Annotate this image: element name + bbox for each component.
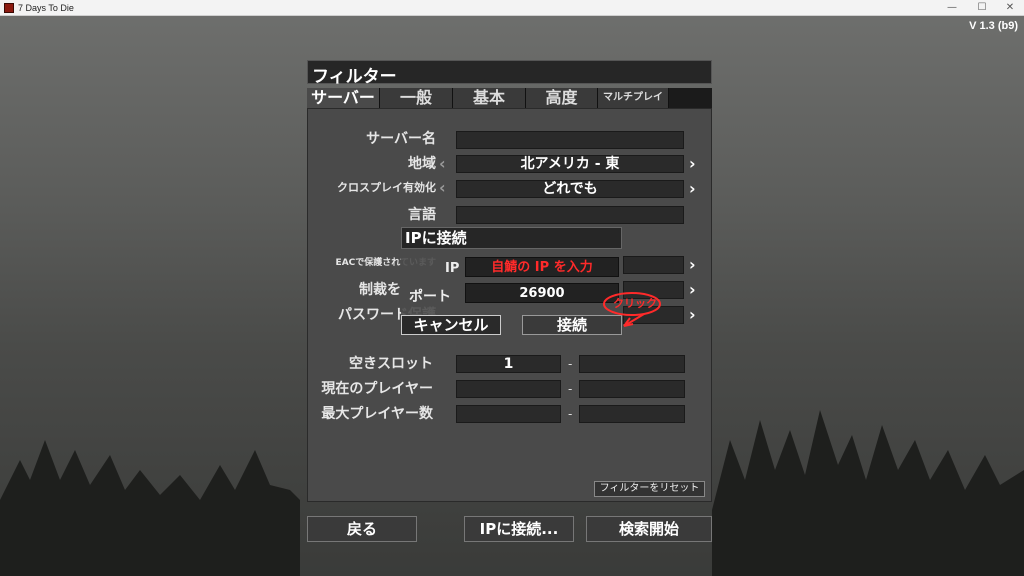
language-label: 言語 (408, 207, 436, 223)
minimize-button[interactable]: — (938, 0, 966, 16)
region-prev-icon[interactable]: ‹ (439, 155, 446, 173)
current-players-max-input[interactable] (579, 380, 685, 398)
crossplay-next-icon[interactable]: › (689, 180, 696, 198)
region-label: 地域 (408, 156, 436, 172)
ip-label: IP (445, 261, 460, 276)
sanctions-label: 制裁を (359, 282, 401, 298)
version-label: V 1.3 (b9) (969, 20, 1018, 32)
maximize-button[interactable]: ☐ (968, 0, 996, 16)
range-separator: - (568, 382, 573, 396)
app-icon (4, 3, 14, 13)
max-players-min-input[interactable] (456, 405, 561, 423)
tab-basic[interactable]: 基本 (453, 88, 526, 108)
free-slots-max-input[interactable] (579, 355, 685, 373)
max-players-label: 最大プレイヤー数 (321, 406, 433, 422)
region-next-icon[interactable]: › (689, 155, 696, 173)
region-selector[interactable]: 北アメリカ - 東 (456, 155, 684, 173)
panel-title: フィルター (312, 67, 397, 87)
free-slots-min-input[interactable]: 1 (456, 355, 561, 373)
eac-selector[interactable] (623, 256, 684, 274)
tab-multiplayer[interactable]: マルチプレイ (598, 88, 669, 108)
filter-panel-header: フィルター (307, 60, 712, 87)
eac-next-icon[interactable]: › (689, 256, 696, 274)
port-label: ポート (409, 289, 451, 305)
current-players-label: 現在のプレイヤー (321, 381, 433, 397)
tab-bar: サーバー 一般 基本 高度 マルチプレイ (307, 88, 712, 108)
port-input[interactable]: 26900 (465, 283, 619, 303)
range-separator: - (568, 357, 573, 371)
tab-advanced[interactable]: 高度 (526, 88, 598, 108)
start-search-button[interactable]: 検索開始 (586, 516, 712, 542)
window-titlebar: 7 Days To Die — ☐ ✕ (0, 0, 1024, 16)
crossplay-prev-icon[interactable]: ‹ (439, 179, 446, 197)
connect-ip-dialog-header: IPに接続 (401, 227, 622, 249)
reset-filters-button[interactable]: フィルターをリセット (594, 481, 705, 497)
window-title: 7 Days To Die (18, 3, 74, 13)
cancel-button[interactable]: キャンセル (401, 315, 501, 335)
crossplay-label: クロスプレイ有効化 (337, 181, 436, 194)
dialog-title: IPに接続 (405, 229, 467, 247)
connect-ip-dialog: IP 自鯖の IP を入力 ポート 26900 キャンセル 接続 (401, 251, 622, 337)
max-players-max-input[interactable] (579, 405, 685, 423)
server-name-input[interactable] (456, 131, 684, 149)
range-separator: - (568, 407, 573, 421)
connect-to-ip-button[interactable]: IPに接続... (464, 516, 574, 542)
crossplay-selector[interactable]: どれでも (456, 180, 684, 198)
ip-input[interactable]: 自鯖の IP を入力 (465, 257, 619, 277)
language-input[interactable] (456, 206, 684, 224)
free-slots-label: 空きスロット (349, 356, 433, 372)
click-annotation-text: クリック (613, 297, 657, 310)
tab-general[interactable]: 一般 (380, 88, 453, 108)
tab-server[interactable]: サーバー (307, 88, 380, 108)
current-players-min-input[interactable] (456, 380, 561, 398)
server-name-label: サーバー名 (366, 131, 436, 147)
password-next-icon[interactable]: › (689, 306, 696, 324)
back-button[interactable]: 戻る (307, 516, 417, 542)
close-button[interactable]: ✕ (996, 0, 1024, 16)
sanctions-next-icon[interactable]: › (689, 281, 696, 299)
